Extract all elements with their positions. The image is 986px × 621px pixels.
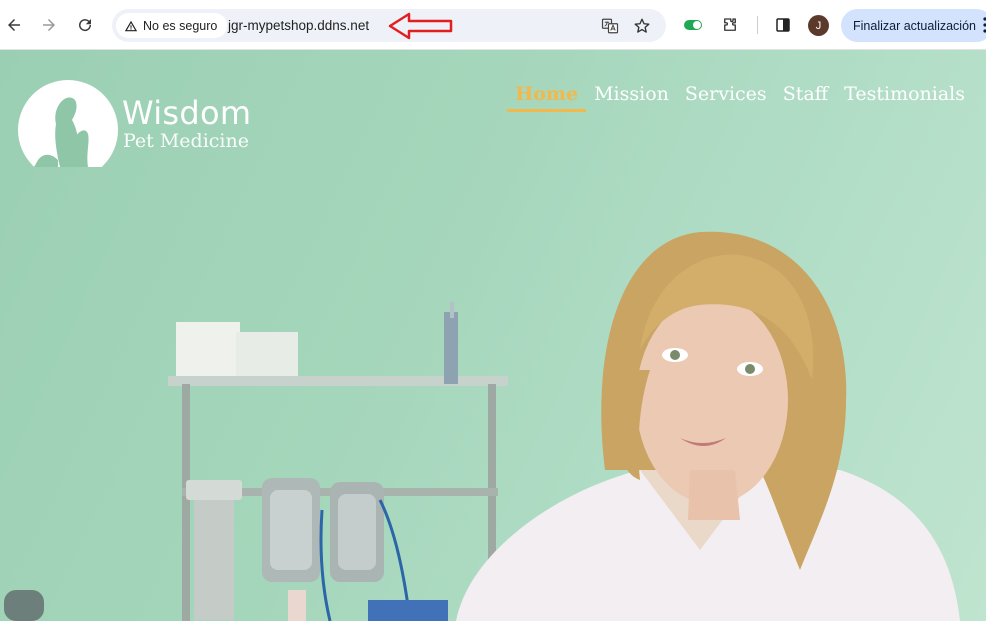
warning-icon — [124, 20, 138, 31]
extension-toggle-icon[interactable] — [684, 20, 702, 30]
nav-testimonials[interactable]: Testimonials — [844, 83, 965, 111]
nav-services[interactable]: Services — [685, 83, 767, 111]
profile-avatar[interactable]: J — [808, 15, 829, 36]
main-nav: Home Mission Services Staff Testimonials — [507, 83, 965, 112]
brand-name[interactable]: Wisdom — [122, 94, 251, 132]
side-panel-icon[interactable] — [771, 13, 795, 37]
nav-home[interactable]: Home — [507, 83, 586, 112]
browser-toolbar: No es seguro jgr-mypetshop.ddns.net J Fi… — [0, 0, 986, 50]
security-label: No es seguro — [143, 18, 218, 33]
brand-subtitle: Pet Medicine — [123, 130, 249, 152]
hero-section: Wisdom Pet Medicine Home Mission Service… — [0, 50, 986, 621]
update-button[interactable]: Finalizar actualización — [841, 9, 986, 42]
pet-silhouette-icon — [34, 97, 89, 167]
nav-mission[interactable]: Mission — [594, 83, 669, 111]
security-chip[interactable]: No es seguro — [116, 13, 228, 38]
toolbar-divider — [757, 16, 758, 34]
url-text[interactable]: jgr-mypetshop.ddns.net — [228, 18, 369, 33]
forward-icon[interactable] — [37, 13, 61, 37]
puzzle-icon[interactable] — [718, 13, 742, 37]
nav-staff[interactable]: Staff — [783, 83, 828, 111]
star-icon[interactable] — [631, 15, 653, 37]
reload-icon[interactable] — [73, 13, 97, 37]
back-icon[interactable] — [2, 13, 26, 37]
address-bar[interactable]: No es seguro jgr-mypetshop.ddns.net — [112, 9, 666, 42]
red-arrow-annotation — [388, 12, 453, 40]
brand-logo[interactable] — [18, 80, 118, 167]
translate-icon[interactable] — [599, 15, 621, 37]
update-button-label: Finalizar actualización — [853, 18, 976, 33]
